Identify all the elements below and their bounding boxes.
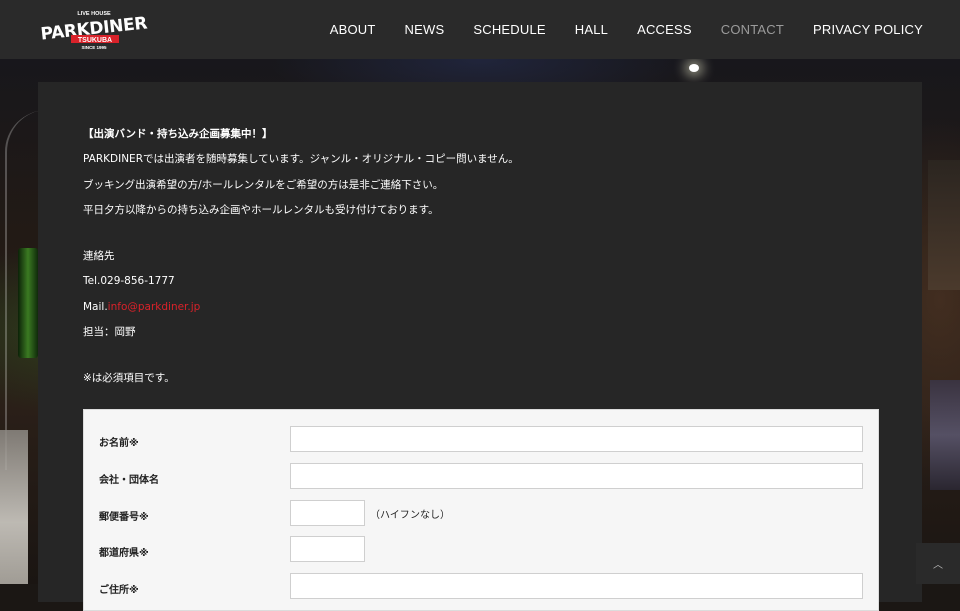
nav-access[interactable]: ACCESS [637, 22, 692, 37]
company-label: 会社・団体名 [99, 475, 159, 486]
form-row-prefecture: 都道府県※ [84, 536, 878, 566]
background-poster [930, 380, 960, 490]
background-frame [928, 160, 960, 290]
background-light [689, 64, 699, 72]
logo-since-text: SINCE 1995 [81, 45, 107, 50]
nav-privacy-policy[interactable]: PRIVACY POLICY [813, 22, 923, 37]
address-input[interactable] [290, 573, 863, 599]
zip-note: （ハイフンなし） [370, 510, 450, 521]
nav-contact[interactable]: CONTACT [721, 22, 784, 37]
contact-info: 【出演バンド・持ち込み企画募集中！】 PARKDINERでは出演者を随時募集して… [83, 122, 519, 392]
content-panel: 【出演バンド・持ち込み企画募集中！】 PARKDINERでは出演者を随時募集して… [38, 82, 922, 611]
form-row-zip: 郵便番号※ （ハイフンなし） [84, 500, 878, 530]
scroll-to-top-button[interactable]: ︿ [916, 543, 960, 584]
name-input[interactable] [290, 426, 863, 452]
prefecture-input[interactable] [290, 536, 365, 562]
nav-schedule[interactable]: SCHEDULE [473, 22, 545, 37]
form-row-address: ご住所※ [84, 573, 878, 603]
logo-top-text: LIVE HOUSE [77, 11, 111, 17]
recruit-heading: 【出演バンド・持ち込み企画募集中！】 [83, 128, 273, 140]
name-label: お名前※ [99, 438, 139, 449]
contact-form: お名前※ 会社・団体名 郵便番号※ （ハイフンなし） 都道府県※ ご住所※ [83, 409, 879, 611]
mail-prefix: Mail. [83, 300, 108, 313]
contact-label: 連絡先 [83, 250, 115, 263]
required-note: ※は必須項目です。 [83, 372, 175, 385]
chevron-up-icon: ︿ [933, 560, 943, 571]
form-row-company: 会社・団体名 [84, 463, 878, 493]
mail-link[interactable]: info@parkdiner.jp [108, 301, 201, 313]
nav-about[interactable]: ABOUT [330, 22, 376, 37]
form-row-name: お名前※ [84, 426, 878, 456]
contact-person: 担当：岡野 [83, 326, 136, 339]
nav-hall[interactable]: HALL [575, 22, 608, 37]
background-can [18, 248, 38, 358]
recruit-line-1: PARKDINERでは出演者を随時募集しています。ジャンル・オリジナル・コピー問… [83, 153, 519, 166]
site-logo[interactable]: LIVE HOUSE PARKDINER TSUKUBA SINCE 1995 [36, 8, 154, 52]
zip-input[interactable] [290, 500, 365, 526]
prefecture-label: 都道府県※ [99, 548, 149, 559]
background-sheet [0, 430, 28, 584]
company-input[interactable] [290, 463, 863, 489]
nav-news[interactable]: NEWS [405, 22, 445, 37]
recruit-line-3: 平日夕方以降からの持ち込み企画やホールレンタルも受け付けております。 [83, 203, 439, 216]
recruit-line-2: ブッキング出演希望の方/ホールレンタルをご希望の方は是非ご連絡下さい。 [83, 178, 444, 191]
address-label: ご住所※ [99, 585, 139, 596]
zip-label: 郵便番号※ [99, 512, 149, 523]
site-header: LIVE HOUSE PARKDINER TSUKUBA SINCE 1995 … [0, 0, 960, 59]
contact-mail: Mail.info@parkdiner.jp [83, 295, 519, 320]
main-nav: ABOUT NEWS SCHEDULE HALL ACCESS CONTACT … [315, 0, 960, 59]
contact-tel: Tel.029-856-1777 [83, 275, 175, 288]
logo-sub-text: TSUKUBA [78, 37, 112, 44]
